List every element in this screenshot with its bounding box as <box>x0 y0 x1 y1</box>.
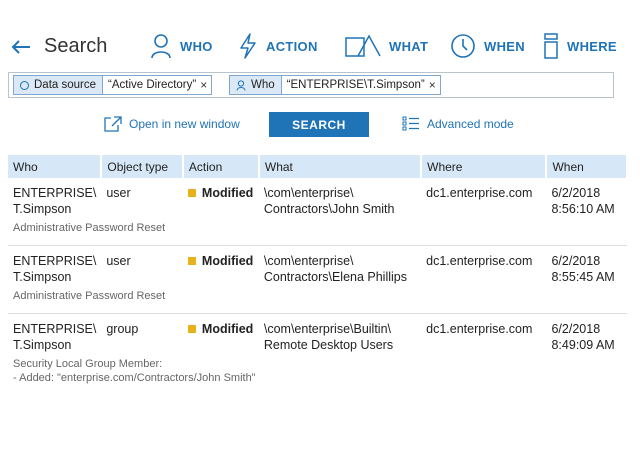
back-arrow-icon[interactable] <box>8 34 34 60</box>
action-label: Modified <box>201 186 254 200</box>
table-row-details: Administrative Password Reset <box>8 285 627 314</box>
open-in-new-window-label: Open in new window <box>129 117 240 131</box>
nav-who[interactable]: WHO <box>150 31 213 61</box>
results-table: Who Object type Action What Where When E… <box>8 155 628 395</box>
external-link-icon <box>104 116 122 132</box>
column-header-action[interactable]: Action <box>182 155 260 178</box>
cell-details: Administrative Password Reset <box>8 217 627 246</box>
cell-who: ENTERPRISE\ T.Simpson <box>13 322 97 352</box>
filter-chip-value: “ENTERPRISE\T.Simpson” × <box>280 76 440 94</box>
nav-what[interactable]: WHAT <box>345 31 428 61</box>
advanced-mode-link[interactable]: Advanced mode <box>402 116 514 131</box>
modified-status-icon <box>187 189 196 197</box>
nav-action-label: ACTION <box>266 38 318 54</box>
shapes-icon <box>345 34 381 57</box>
filter-chip-who[interactable]: Who “ENTERPRISE\T.Simpson” × <box>229 75 441 95</box>
page-title: Search <box>44 35 108 57</box>
filter-chip-value: “Active Directory” × <box>102 76 212 94</box>
cell-object-type: user <box>106 254 131 268</box>
table-row[interactable]: ENTERPRISE\ T.Simpson user Modified \com… <box>8 178 627 217</box>
column-header-object-type[interactable]: Object type <box>101 155 184 178</box>
clock-icon <box>451 34 475 58</box>
cell-action: Modified <box>183 178 259 217</box>
search-filter-box[interactable]: Data source “Active Directory” × Who “EN… <box>8 72 614 98</box>
cell-when: 6/2/2018 8:49:09 AM <box>551 322 615 352</box>
remove-filter-icon[interactable]: × <box>429 78 436 92</box>
filter-value-label: “ENTERPRISE\T.Simpson” <box>286 79 425 91</box>
cell-details: Security Local Group Member: - Added: "e… <box>13 358 256 384</box>
circle-icon <box>20 80 29 90</box>
nav-when[interactable]: WHEN <box>450 31 525 61</box>
table-row-details: Security Local Group Member: - Added: "e… <box>8 353 627 395</box>
cell-who: ENTERPRISE\ T.Simpson <box>13 254 97 284</box>
action-label: Modified <box>201 254 254 268</box>
cell-action: Modified <box>183 314 259 354</box>
nav-action[interactable]: ACTION <box>238 31 318 61</box>
filter-chip-data-source[interactable]: Data source “Active Directory” × <box>13 75 213 95</box>
action-label: Modified <box>201 322 254 336</box>
top-bar: Search WHO ACTION WHAT WHEN WHERE <box>0 0 640 70</box>
filter-key-label: Who <box>251 79 275 91</box>
nav-who-label: WHO <box>180 38 213 54</box>
table-row-details: Administrative Password Reset <box>8 217 627 246</box>
cell-where: dc1.enterprise.com <box>426 322 533 336</box>
filter-chip-key: Who <box>230 76 281 94</box>
advanced-mode-label: Advanced mode <box>427 116 514 131</box>
cell-object-type: user <box>106 186 131 200</box>
table-header-row: Who Object type Action What Where When <box>8 155 628 178</box>
column-header-where[interactable]: Where <box>421 155 548 178</box>
column-header-what[interactable]: What <box>258 155 423 178</box>
cell-what: \com\enterprise\Builtin\ Remote Desktop … <box>263 322 394 352</box>
modified-status-icon <box>187 257 196 265</box>
open-in-new-window-link[interactable]: Open in new window <box>104 116 240 132</box>
column-header-who[interactable]: Who <box>8 155 103 178</box>
table-row[interactable]: ENTERPRISE\ T.Simpson user Modified \com… <box>8 246 627 286</box>
nav-where[interactable]: WHERE <box>543 31 617 61</box>
column-header-when[interactable]: When <box>546 155 628 178</box>
filter-chip-key: Data source <box>14 76 103 94</box>
cell-where: dc1.enterprise.com <box>426 186 533 200</box>
remove-filter-icon[interactable]: × <box>200 78 207 92</box>
cell-where: dc1.enterprise.com <box>426 254 533 268</box>
nav-where-label: WHERE <box>567 38 617 54</box>
cell-when: 6/2/2018 8:56:10 AM <box>551 186 615 216</box>
cell-when: 6/2/2018 8:55:45 AM <box>551 254 615 284</box>
cell-who: ENTERPRISE\ T.Simpson <box>13 186 97 216</box>
nav-what-label: WHAT <box>389 38 429 54</box>
server-icon <box>544 33 558 59</box>
cell-object-type: group <box>106 322 139 336</box>
cell-details: Administrative Password Reset <box>8 285 627 314</box>
lightning-icon <box>240 33 256 59</box>
user-icon <box>236 79 246 91</box>
filter-value-label: “Active Directory” <box>108 79 197 91</box>
user-icon <box>151 34 171 59</box>
modified-status-icon <box>187 325 196 333</box>
filter-key-label: Data source <box>34 79 97 91</box>
list-icon <box>402 116 419 131</box>
action-bar: Open in new window SEARCH Advanced mode <box>0 112 640 138</box>
table-row[interactable]: ENTERPRISE\ T.Simpson group Modified \co… <box>8 314 627 354</box>
nav-when-label: WHEN <box>484 38 525 54</box>
cell-what: \com\enterprise\ Contractors\Elena Phill… <box>263 254 407 284</box>
cell-what: \com\enterprise\ Contractors\John Smith <box>263 186 395 216</box>
search-button[interactable]: SEARCH <box>269 112 369 137</box>
cell-action: Modified <box>183 246 259 286</box>
